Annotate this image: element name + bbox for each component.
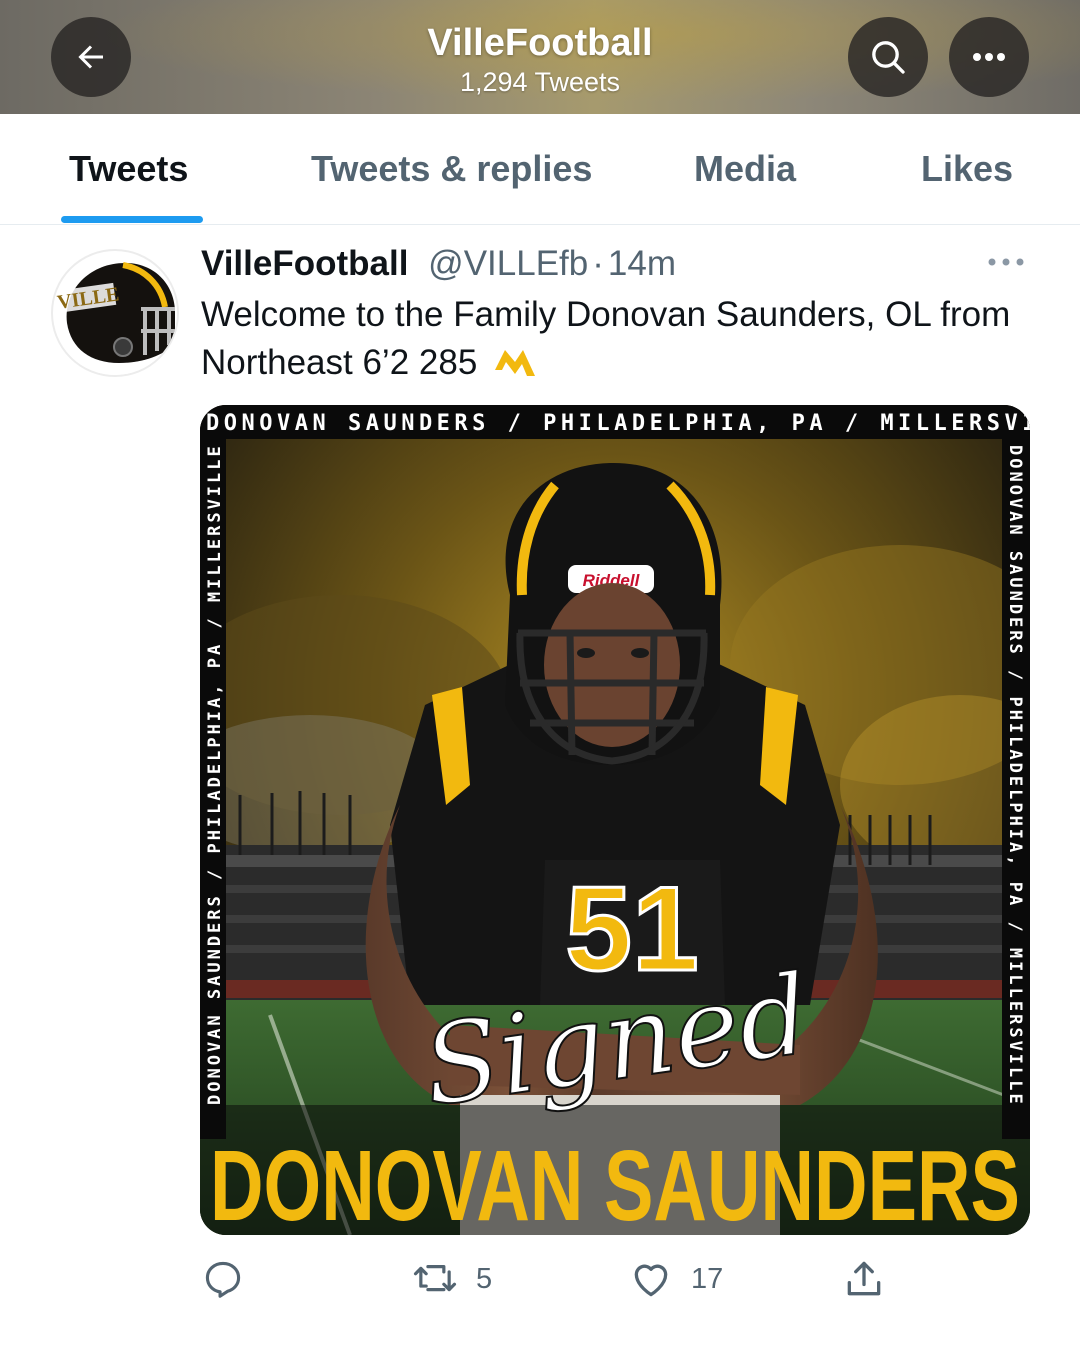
- millersville-m-icon: [495, 350, 536, 376]
- search-button[interactable]: [848, 17, 928, 97]
- reply-icon: [205, 1261, 241, 1298]
- tweet-text-block: Welcome to the Family Donovan Saunders, …: [201, 291, 1021, 387]
- share-button[interactable]: [842, 1256, 886, 1302]
- profile-header: VilleFootball 1,294 Tweets: [0, 0, 1080, 114]
- player-name-banner: DONOVAN SAUNDERS: [210, 1130, 1020, 1235]
- retweet-button[interactable]: 5: [412, 1256, 492, 1302]
- like-button[interactable]: 17: [629, 1256, 723, 1302]
- separator-dot: ·: [592, 244, 604, 283]
- tweet-more-button[interactable]: [986, 254, 1026, 270]
- share-icon: [847, 1261, 881, 1296]
- reply-button[interactable]: [201, 1256, 263, 1302]
- tab-likes[interactable]: Likes: [921, 148, 1013, 190]
- media-top-banner: DONOVAN SAUNDERS / PHILADELPHIA, PA / MI…: [206, 411, 1030, 436]
- tweet-timestamp[interactable]: 14m: [608, 244, 676, 283]
- retweet-icon: [413, 1265, 457, 1292]
- retweet-count: 5: [476, 1262, 493, 1295]
- profile-tabs: Tweets Tweets & replies Media Likes: [0, 114, 1080, 225]
- more-horizontal-icon: [973, 53, 1005, 61]
- search-icon: [872, 41, 905, 74]
- media-right-banner: DONOVAN SAUNDERS / PHILADELPHIA, PA / MI…: [1005, 445, 1025, 1107]
- tweet-text: Welcome to the Family Donovan Saunders, …: [201, 295, 1011, 382]
- tweet-header: VilleFootball @VILLEfb · 14m: [201, 243, 676, 285]
- user-handle[interactable]: @VILLEfb: [428, 244, 588, 283]
- signing-graphic: 51 Riddell DONOVAN SAUNDERS / PHILADELPH…: [200, 405, 1030, 1235]
- tab-media[interactable]: Media: [694, 148, 796, 190]
- avatar[interactable]: VILLE: [51, 249, 179, 377]
- more-horizontal-icon: [988, 258, 1024, 266]
- tab-tweets-and-replies[interactable]: Tweets & replies: [311, 148, 592, 190]
- active-tab-indicator: [61, 216, 203, 223]
- tab-tweets[interactable]: Tweets: [69, 148, 188, 190]
- display-name[interactable]: VilleFootball: [201, 244, 408, 283]
- like-count: 17: [691, 1262, 724, 1295]
- tweet-media-image[interactable]: 51 Riddell DONOVAN SAUNDERS / PHILADELPH…: [200, 405, 1030, 1235]
- media-left-banner: DONOVAN SAUNDERS / PHILADELPHIA, PA / MI…: [205, 443, 225, 1105]
- helmet-logo: VILLE: [53, 253, 177, 375]
- more-button[interactable]: [949, 17, 1029, 97]
- heart-icon: [634, 1264, 668, 1297]
